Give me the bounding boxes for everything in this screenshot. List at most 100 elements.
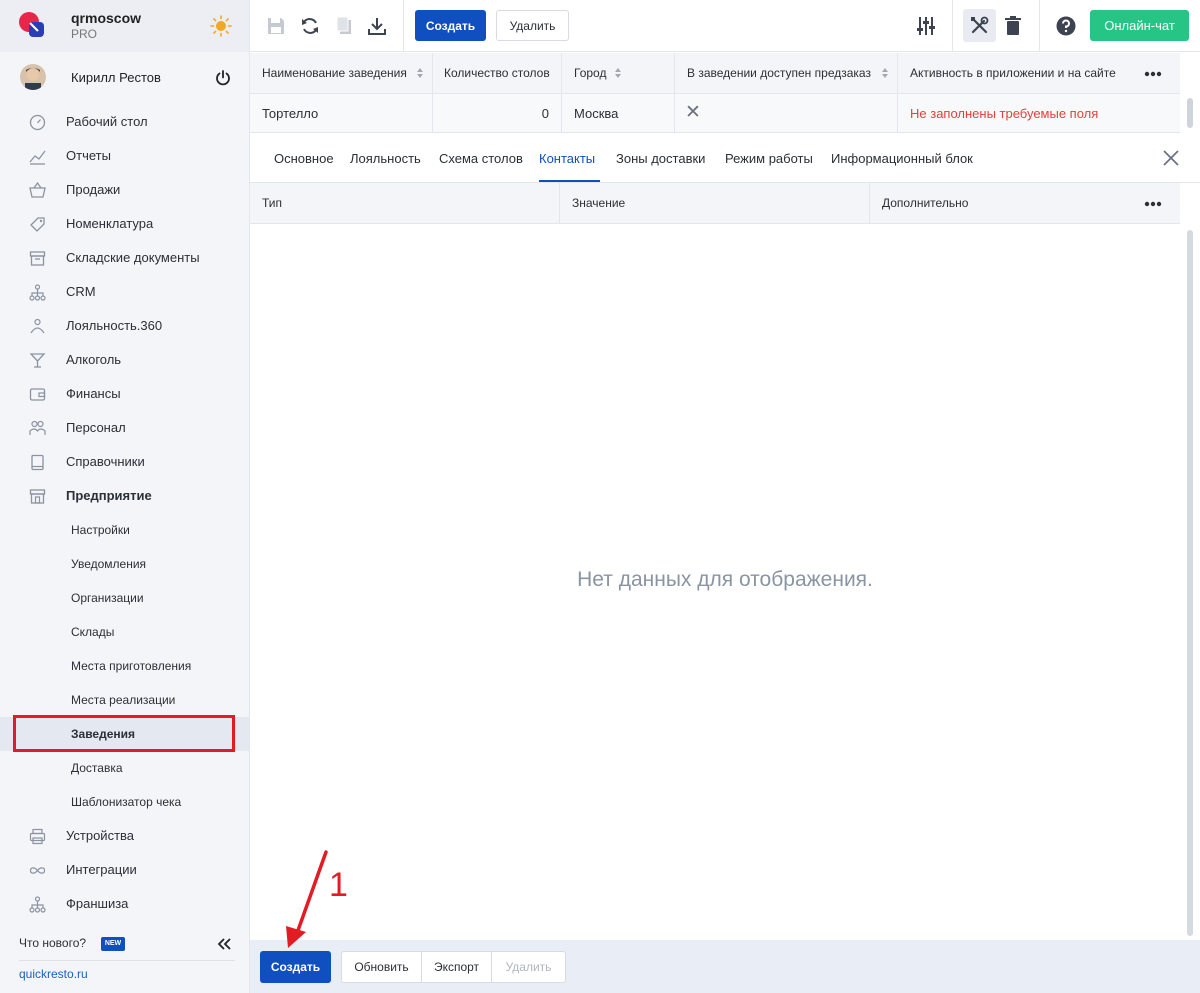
sidebar-item-franchise[interactable]: Франшиза	[0, 887, 249, 921]
column-header-additional[interactable]: Дополнительно	[870, 183, 1180, 223]
copy-icon[interactable]	[333, 15, 355, 37]
sidebar-subitem-settings[interactable]: Настройки	[0, 513, 249, 547]
people-icon	[29, 420, 46, 435]
sort-icon[interactable]	[416, 67, 424, 79]
sidebar-item-directories[interactable]: Справочники	[0, 445, 249, 479]
sidebar-item-nomenclature[interactable]: Номенклатура	[0, 207, 249, 241]
sidebar-subitem-label: Места приготовления	[71, 659, 192, 673]
printer-icon	[29, 828, 46, 845]
create-button[interactable]: Создать	[415, 10, 486, 41]
sidebar-item-label: Алкоголь	[66, 352, 122, 367]
column-header-value[interactable]: Значение	[560, 183, 870, 223]
trash-icon[interactable]	[1002, 15, 1024, 37]
sidebar-item-devices[interactable]: Устройства	[0, 819, 249, 853]
bottom-action-bar: Создать Обновить Экспорт Удалить	[250, 940, 1200, 993]
help-icon[interactable]	[1055, 15, 1077, 37]
create-contact-button[interactable]: Создать	[260, 951, 331, 983]
user-profile[interactable]: Кирилл Рестов	[0, 60, 249, 96]
sidebar-subitem-sales-places[interactable]: Места реализации	[0, 683, 249, 717]
sidebar-subitem-delivery[interactable]: Доставка	[0, 751, 249, 785]
tab-info-block[interactable]: Информационный блок	[831, 151, 973, 166]
annotation-number: 1	[329, 866, 348, 904]
venues-table-header: Наименование заведения Количество столов…	[250, 53, 1180, 94]
download-icon[interactable]	[366, 15, 388, 37]
toolbar-separator	[952, 0, 953, 52]
sidebar-subitem-label: Доставка	[71, 761, 123, 775]
sidebar: qrmoscow PRO Кирилл Рестов Рабочий стол …	[0, 0, 250, 993]
sidebar-subitem-organizations[interactable]: Организации	[0, 581, 249, 615]
cell-text: 0	[541, 106, 549, 121]
close-icon[interactable]	[1162, 149, 1180, 167]
sidebar-item-loyalty[interactable]: Лояльность.360	[0, 309, 249, 343]
tab-delivery-zones[interactable]: Зоны доставки	[616, 151, 705, 166]
tab-main[interactable]: Основное	[274, 151, 334, 166]
scrollbar[interactable]	[1187, 98, 1193, 128]
table-row[interactable]: Тортелло 0 Москва ✕ Не заполнены требуем…	[250, 94, 1180, 133]
sort-icon[interactable]	[881, 67, 889, 79]
toolbar-separator	[403, 0, 404, 52]
column-header-label: Наименование заведения	[262, 66, 407, 80]
sort-icon[interactable]	[614, 67, 622, 79]
tab-loyalty[interactable]: Лояльность	[350, 151, 421, 166]
sidebar-item-alcohol[interactable]: Алкоголь	[0, 343, 249, 377]
column-header-city[interactable]: Город	[562, 53, 675, 93]
sidebar-item-label: Интеграции	[66, 862, 137, 877]
double-chevron-left-icon[interactable]	[216, 936, 232, 952]
sidebar-subitem-label: Шаблонизатор чека	[71, 795, 182, 809]
column-header-label: Дополнительно	[882, 196, 969, 210]
tab-working-hours[interactable]: Режим работы	[725, 151, 813, 166]
delete-button[interactable]: Удалить	[496, 10, 569, 41]
brand-name: qrmoscow	[71, 10, 142, 26]
more-horizontal-icon[interactable]	[1144, 71, 1162, 77]
sidebar-item-dashboard[interactable]: Рабочий стол	[0, 105, 249, 139]
export-button[interactable]: Экспорт	[421, 951, 492, 983]
column-header-label: Активность в приложении и на сайте	[910, 66, 1116, 80]
chart-icon	[29, 150, 46, 165]
sidebar-subitem-notifications[interactable]: Уведомления	[0, 547, 249, 581]
power-icon[interactable]	[215, 70, 231, 86]
refresh-button[interactable]: Обновить	[341, 951, 422, 983]
tab-table-scheme[interactable]: Схема столов	[439, 151, 523, 166]
more-horizontal-icon[interactable]	[1144, 201, 1162, 207]
sidebar-item-crm[interactable]: CRM	[0, 275, 249, 309]
sidebar-item-label: Устройства	[66, 828, 135, 843]
sidebar-subitem-venues[interactable]: Заведения	[0, 717, 249, 751]
online-chat-button[interactable]: Онлайн-чат	[1090, 10, 1189, 41]
sidebar-item-finance[interactable]: Финансы	[0, 377, 249, 411]
basket-icon	[29, 182, 46, 198]
sidebar-subitem-warehouses[interactable]: Склады	[0, 615, 249, 649]
tag-icon	[30, 217, 45, 232]
delete-contact-button[interactable]: Удалить	[491, 951, 566, 983]
sliders-icon[interactable]	[915, 15, 937, 37]
column-header-preorder[interactable]: В заведении доступен предзаказ	[675, 53, 898, 93]
sidebar-subitem-label: Склады	[71, 625, 115, 639]
tab-contacts[interactable]: Контакты	[539, 151, 595, 166]
avatar[interactable]	[20, 64, 46, 90]
sidebar-subitem-receipt-template[interactable]: Шаблонизатор чека	[0, 785, 249, 819]
column-header-name[interactable]: Наименование заведения	[250, 53, 433, 93]
column-header-type[interactable]: Тип	[250, 183, 560, 223]
sidebar-item-sales[interactable]: Продажи	[0, 173, 249, 207]
divider	[19, 960, 235, 961]
cross-icon: ✕	[685, 102, 701, 123]
archive-icon	[29, 251, 46, 266]
scrollbar[interactable]	[1187, 230, 1193, 936]
sidebar-item-reports[interactable]: Отчеты	[0, 139, 249, 173]
sidebar-item-staff[interactable]: Персонал	[0, 411, 249, 445]
sun-icon[interactable]	[210, 15, 232, 37]
refresh-icon[interactable]	[299, 15, 321, 37]
column-header-activity[interactable]: Активность в приложении и на сайте	[898, 53, 1180, 93]
column-header-tables[interactable]: Количество столов	[433, 53, 562, 93]
sidebar-subitem-cooking-places[interactable]: Места приготовления	[0, 649, 249, 683]
sidebar-item-enterprise[interactable]: Предприятие	[0, 479, 249, 513]
sidebar-item-integrations[interactable]: Интеграции	[0, 853, 249, 887]
sidebar-item-warehouse-docs[interactable]: Складские документы	[0, 241, 249, 275]
cell-tables: 0	[433, 94, 562, 132]
tools-button[interactable]	[963, 9, 996, 42]
whats-new-link[interactable]: Что нового?	[19, 936, 86, 950]
sidebar-item-label: Лояльность.360	[66, 318, 163, 333]
brand-plan: PRO	[71, 27, 98, 41]
site-link[interactable]: quickresto.ru	[19, 967, 88, 981]
contacts-table-header: Тип Значение Дополнительно	[250, 183, 1180, 224]
save-icon[interactable]	[265, 15, 287, 37]
